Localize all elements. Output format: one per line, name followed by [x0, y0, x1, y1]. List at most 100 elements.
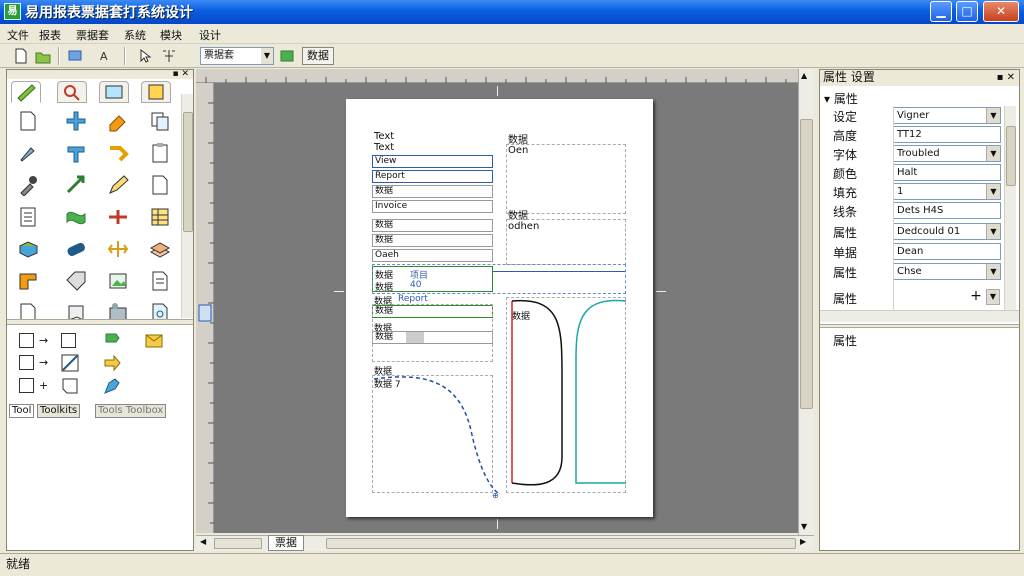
property-row[interactable]: 设定 Vigner ▼ — [820, 106, 1002, 125]
resize-icon[interactable] — [107, 238, 129, 260]
property-value[interactable]: Halt — [893, 164, 1001, 181]
tab-tools-toolbox[interactable]: Tools Toolbox — [95, 404, 167, 418]
text-field[interactable]: 数据 — [372, 234, 493, 247]
property-row[interactable]: 线条 Dets H4S — [820, 201, 1002, 220]
clipboard-icon[interactable] — [149, 142, 171, 164]
document-icon[interactable] — [149, 174, 171, 196]
arrow-yellow-icon[interactable] — [103, 354, 125, 376]
property-value[interactable]: Dedcould 01 ▼ — [893, 223, 1001, 240]
copy-icon[interactable] — [149, 110, 171, 132]
image-frame-icon[interactable] — [107, 270, 129, 292]
chevron-down-icon[interactable]: ▼ — [986, 146, 1000, 161]
property-row[interactable]: 颜色 Halt — [820, 163, 1002, 182]
property-row[interactable]: 单据 Dean — [820, 242, 1002, 261]
chevron-down-icon[interactable]: ▼ — [986, 108, 1000, 123]
pipette-icon[interactable] — [17, 174, 39, 197]
sheet-tab[interactable]: 票据 — [268, 535, 304, 551]
canvas-vertical-scrollbar[interactable]: ▲ ▼ — [798, 69, 814, 535]
pencil-icon[interactable] — [107, 174, 129, 196]
collapse-icon[interactable]: ▾ — [824, 92, 830, 106]
flag-icon[interactable] — [103, 332, 125, 354]
link-text[interactable]: Report — [398, 294, 428, 304]
properties-hscroll[interactable] — [820, 310, 1019, 322]
shape-checkbox[interactable] — [19, 355, 34, 370]
scroll-right-icon[interactable]: ▶ — [800, 537, 806, 546]
save-icon[interactable] — [278, 47, 296, 65]
text-field[interactable]: View — [372, 155, 493, 168]
distribute-icon[interactable] — [107, 206, 129, 228]
scroll-up-icon[interactable]: ▲ — [801, 71, 807, 80]
tag-icon[interactable] — [65, 270, 87, 292]
barcode-icon[interactable] — [17, 238, 39, 260]
align-icon[interactable] — [160, 47, 178, 65]
property-value[interactable]: Troubled ▼ — [893, 145, 1001, 162]
arrow-bend-icon[interactable] — [107, 142, 129, 164]
menu-item-template[interactable]: 票据套 — [76, 27, 109, 43]
tab-toolkits[interactable]: Toolkits — [37, 404, 81, 418]
chevron-down-icon[interactable]: ▼ — [986, 289, 1000, 305]
property-row[interactable]: 属性 Dedcould 01 ▼ — [820, 222, 1002, 241]
scroll-left-icon[interactable]: ◀ — [200, 537, 206, 546]
envelope-icon[interactable] — [145, 332, 167, 354]
capsule-icon[interactable] — [65, 238, 87, 260]
tab-tool[interactable]: Tool — [9, 404, 35, 418]
scroll-thumb[interactable] — [214, 538, 262, 549]
cross-tool-icon[interactable] — [65, 110, 87, 132]
property-value[interactable]: Chse ▼ — [893, 263, 1001, 280]
property-value[interactable]: Vigner ▼ — [893, 107, 1001, 124]
properties-scrollbar[interactable] — [1004, 106, 1016, 310]
text-tool-icon[interactable]: A — [96, 47, 114, 65]
property-value[interactable]: TT12 — [893, 126, 1001, 143]
property-value[interactable]: Dean — [893, 243, 1001, 260]
section-header[interactable]: ▾ 属性 — [824, 90, 858, 107]
menu-item-design[interactable]: 设计 — [199, 27, 221, 43]
menu-item-module[interactable]: 模块 — [160, 27, 182, 43]
tab-image[interactable] — [99, 81, 129, 103]
chevron-down-icon[interactable]: ▼ — [986, 224, 1000, 239]
brush-icon[interactable] — [17, 142, 39, 164]
preview-icon[interactable] — [66, 47, 84, 65]
chevron-down-icon[interactable]: ▼ — [986, 184, 1000, 199]
tab-report[interactable] — [141, 81, 171, 103]
panel-splitter[interactable] — [820, 324, 1019, 328]
panel-close-icon[interactable]: ▪ ✕ — [997, 70, 1015, 85]
scroll-thumb[interactable] — [800, 119, 813, 409]
property-value[interactable]: 1 ▼ — [893, 183, 1001, 200]
new-file-icon[interactable] — [12, 47, 30, 65]
panel-controls[interactable]: ▪ ✕ — [172, 69, 189, 79]
text-field[interactable]: Oaeh — [372, 249, 493, 262]
eraser-icon[interactable] — [107, 110, 129, 132]
template-select[interactable]: 票据套 ▼ — [200, 47, 274, 65]
property-row[interactable]: 填充 1 ▼ — [820, 182, 1002, 201]
shape-checkbox[interactable] — [19, 378, 34, 393]
toolbox-scrollbar[interactable] — [181, 94, 193, 318]
add-icon[interactable]: + — [968, 289, 984, 305]
page-icon[interactable] — [17, 110, 39, 132]
text-field[interactable]: 数据 — [372, 185, 493, 198]
property-row[interactable]: 高度 TT12 — [820, 125, 1002, 144]
chevron-down-icon[interactable]: ▼ — [986, 264, 1000, 279]
text-field[interactable]: Invoice — [372, 200, 493, 213]
menu-item-file[interactable]: 文件 — [7, 27, 29, 43]
data-button[interactable]: 数据 — [302, 47, 334, 65]
wave-icon[interactable] — [65, 206, 87, 228]
diagonal-line-icon[interactable] — [61, 354, 83, 376]
scroll-track[interactable] — [326, 538, 796, 549]
text-field[interactable]: 数据 — [372, 219, 493, 232]
minimize-button[interactable]: ▁ — [930, 1, 952, 22]
tab-zoom[interactable] — [57, 81, 87, 103]
scroll-down-icon[interactable]: ▼ — [801, 522, 807, 531]
gate-icon[interactable] — [17, 270, 39, 292]
shape-checkbox[interactable] — [19, 333, 34, 348]
canvas-horizontal-scrollbar[interactable]: ◀ 票据 ▶ — [196, 535, 814, 551]
folded-doc-icon[interactable] — [61, 377, 83, 399]
menu-item-report[interactable]: 报表 — [39, 27, 61, 43]
menu-item-system[interactable]: 系统 — [124, 27, 146, 43]
t-connector-icon[interactable] — [65, 142, 87, 164]
text-field[interactable]: Report — [372, 170, 493, 183]
property-row[interactable]: 属性 Chse ▼ — [820, 262, 1002, 281]
text-doc-icon[interactable] — [149, 270, 171, 292]
list-doc-icon[interactable] — [17, 206, 39, 228]
shape-checkbox[interactable] — [61, 333, 76, 348]
table-icon[interactable] — [149, 206, 171, 228]
